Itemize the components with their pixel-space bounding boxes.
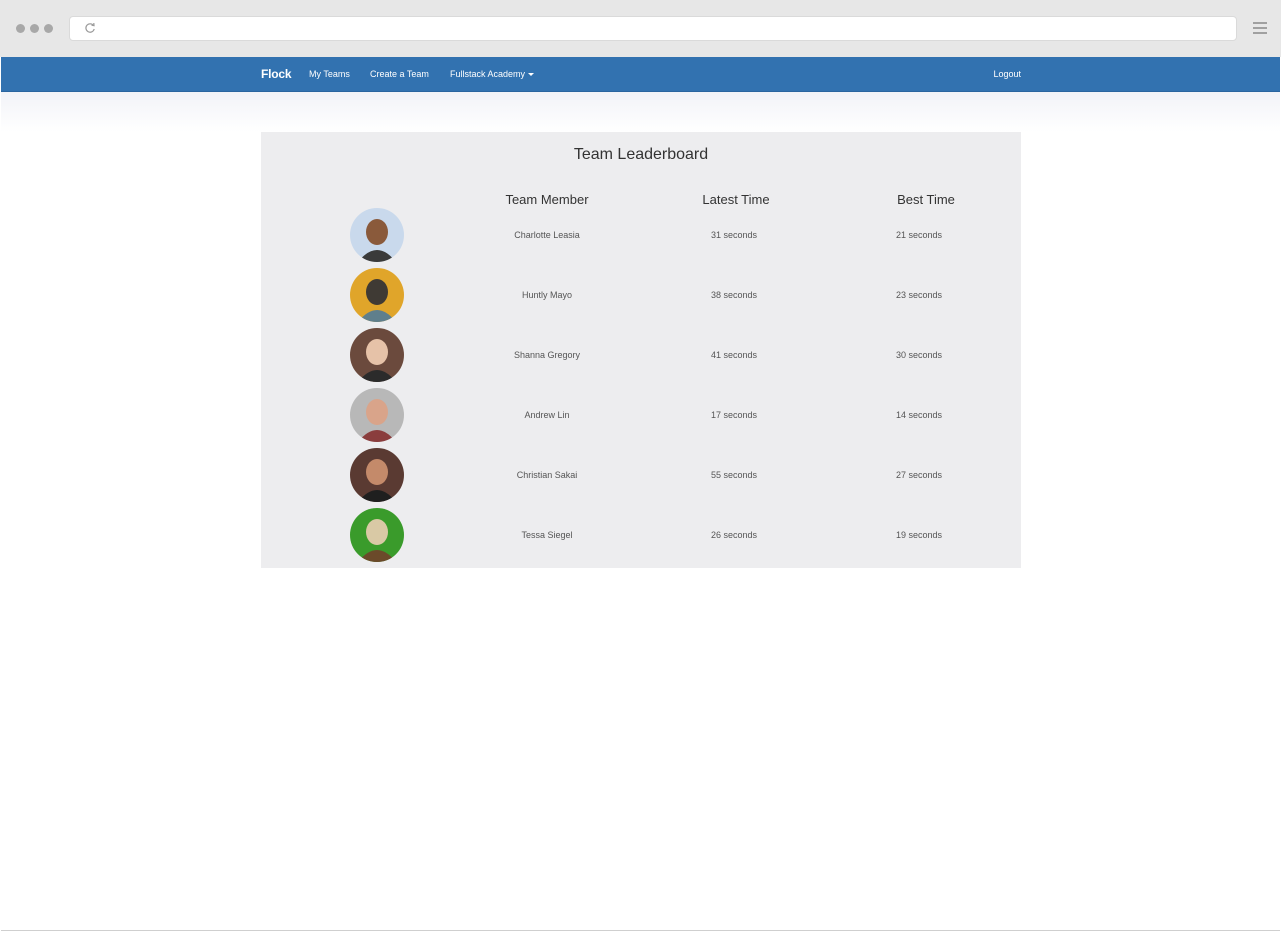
window-controls: [16, 24, 53, 33]
header-team-member: Team Member: [505, 192, 589, 207]
latest-time: 41 seconds: [710, 350, 758, 360]
nav-dropdown-label: Fullstack Academy: [450, 69, 526, 79]
avatar: [350, 448, 404, 502]
table-row: Andrew Lin 17 seconds 14 seconds: [261, 388, 1021, 448]
window-dot-icon[interactable]: [44, 24, 53, 33]
best-time: 19 seconds: [895, 530, 943, 540]
page-viewport: Flock My Teams Create a Team Fullstack A…: [1, 57, 1280, 931]
header-best-time: Best Time: [897, 192, 955, 207]
table-row: Charlotte Leasia 31 seconds 21 seconds: [261, 208, 1021, 268]
member-name: Shanna Gregory: [513, 350, 581, 360]
table-row: Tessa Siegel 26 seconds 19 seconds: [261, 508, 1021, 568]
latest-time: 38 seconds: [710, 290, 758, 300]
caret-down-icon: [528, 73, 535, 77]
avatar: [350, 268, 404, 322]
member-name: Huntly Mayo: [521, 290, 573, 300]
window-dot-icon[interactable]: [16, 24, 25, 33]
navbar-shadow: [1, 92, 1280, 132]
nav-fullstack-academy[interactable]: Fullstack Academy: [450, 69, 535, 79]
latest-time: 55 seconds: [710, 470, 758, 480]
header-latest-time: Latest Time: [702, 192, 770, 207]
latest-time: 17 seconds: [710, 410, 758, 420]
best-time: 23 seconds: [895, 290, 943, 300]
avatar: [350, 208, 404, 262]
window-dot-icon[interactable]: [30, 24, 39, 33]
address-bar[interactable]: [69, 16, 1237, 41]
avatar: [350, 328, 404, 382]
leaderboard-title: Team Leaderboard: [573, 146, 709, 163]
best-time: 14 seconds: [895, 410, 943, 420]
brand-logo[interactable]: Flock: [261, 67, 292, 81]
member-name: Andrew Lin: [524, 410, 570, 420]
logout-link[interactable]: Logout: [993, 69, 1021, 79]
best-time: 27 seconds: [895, 470, 943, 480]
reload-icon[interactable]: [84, 22, 96, 34]
leaderboard-panel: Team Leaderboard Team Member Latest Time…: [261, 132, 1021, 568]
best-time: 21 seconds: [895, 230, 943, 240]
table-row: Huntly Mayo 38 seconds 23 seconds: [261, 268, 1021, 328]
avatar: [350, 388, 404, 442]
member-name: Christian Sakai: [516, 470, 578, 480]
latest-time: 31 seconds: [710, 230, 758, 240]
best-time: 30 seconds: [895, 350, 943, 360]
table-row: Shanna Gregory 41 seconds 30 seconds: [261, 328, 1021, 388]
member-name: Charlotte Leasia: [514, 230, 580, 240]
top-navbar: Flock My Teams Create a Team Fullstack A…: [1, 57, 1280, 92]
member-name: Tessa Siegel: [521, 530, 573, 540]
table-row: Christian Sakai 55 seconds 27 seconds: [261, 448, 1021, 508]
blank-card: [172, 231, 240, 287]
latest-time: 26 seconds: [710, 530, 758, 540]
avatar: [350, 508, 404, 562]
nav-create-team[interactable]: Create a Team: [370, 69, 429, 79]
hamburger-menu-icon[interactable]: [1253, 22, 1267, 36]
browser-chrome: [0, 0, 1281, 57]
nav-my-teams[interactable]: My Teams: [309, 69, 350, 79]
